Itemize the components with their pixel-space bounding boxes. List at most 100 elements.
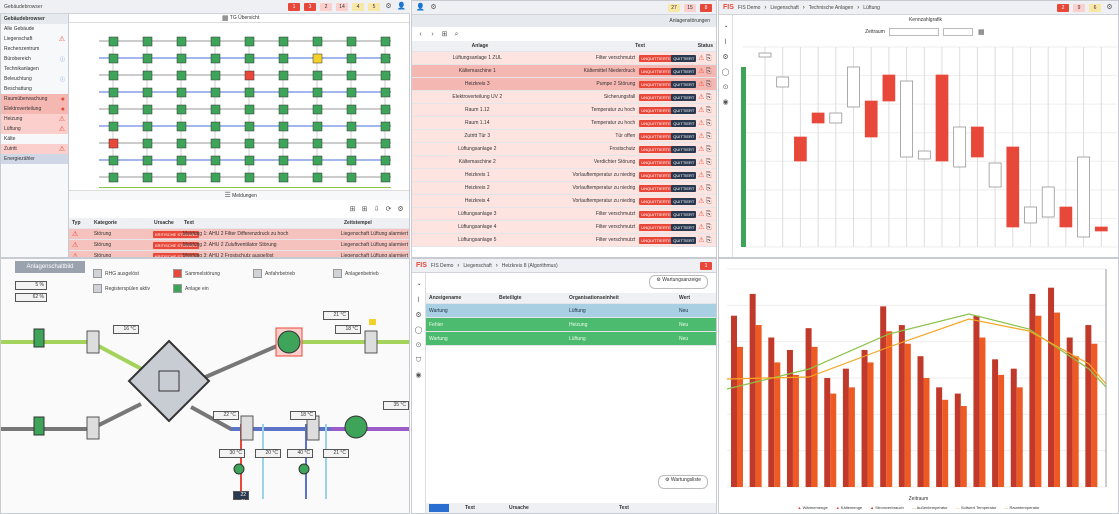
filter-icon[interactable] (240, 415, 254, 441)
sidebar-item[interactable]: Kälte (1, 134, 68, 144)
maint-row[interactable]: Wartung Lüftung Neu (426, 304, 716, 318)
attachment-icon[interactable]: ⎘ (704, 145, 713, 154)
maintenance-list-button[interactable]: ⚙ Wartungsliste (658, 475, 708, 489)
fault-row[interactable]: Raum 1.14 Temperatur zu hoch UNQUITTIERT… (412, 117, 716, 130)
chart-icon[interactable]: ⌇ (414, 296, 423, 305)
sidebar-item[interactable]: Raumüberwachung ● (1, 94, 68, 104)
maint-row[interactable]: Fehler Heizung Neu (426, 318, 716, 332)
alarm-badge[interactable]: 3 (304, 2, 316, 11)
filter-icon[interactable]: ⊞ (360, 205, 369, 214)
sidebar-item[interactable]: Beschattung (1, 84, 68, 94)
search-icon[interactable]: ⌕ (452, 30, 461, 39)
fault-row[interactable]: Lüftungsanlage 4 Filter verschmutzt UNQU… (412, 221, 716, 234)
filter-icon[interactable]: ⊞ (440, 30, 449, 39)
alarm-badge[interactable]: 9 (1073, 3, 1085, 12)
filter-icon[interactable] (364, 330, 378, 354)
fault-row[interactable]: Lüftungsanlage 1 ZUL Filter verschmutzt … (412, 52, 716, 65)
attachment-icon[interactable]: ⎘ (704, 132, 713, 141)
attachment-icon[interactable]: ⎘ (704, 197, 713, 206)
sidebar-item[interactable]: Elektroverteilung ● (1, 104, 68, 114)
value-field[interactable]: 35 °C (383, 401, 409, 410)
sidebar-item[interactable]: Bürobereich ⓘ (1, 54, 68, 64)
alarm-badge[interactable]: 4 (352, 2, 364, 11)
refresh-icon[interactable]: ⟳ (384, 205, 393, 214)
breadcrumb[interactable]: Technische Anlagen (809, 5, 853, 11)
location-icon[interactable]: ⊙ (414, 341, 423, 350)
gear-icon[interactable]: ⚙ (414, 311, 423, 320)
chart-icon[interactable]: ⌇ (721, 38, 730, 47)
alarm-badge[interactable]: 2 (320, 2, 332, 11)
alarm-badge[interactable]: 6 (1089, 3, 1101, 12)
shield-icon[interactable]: ⛉ (414, 356, 423, 365)
fault-row[interactable]: Raum 1.12 Temperatur zu hoch UNQUITTIERT… (412, 104, 716, 117)
forward-icon[interactable]: › (428, 30, 437, 39)
breadcrumb[interactable]: FIS Demo (738, 5, 761, 11)
sidebar-item[interactable]: Heizung ⚠ (1, 114, 68, 124)
user-icon[interactable]: ◉ (414, 371, 423, 380)
breadcrumb[interactable]: Liegenschaft (463, 263, 491, 269)
event-row[interactable]: ⚠ Störung KRITISCHE STÖRUNG Meldung 1: A… (69, 229, 409, 240)
value-field[interactable]: 16 °C (113, 325, 139, 334)
value-field[interactable]: 21 °C (323, 311, 349, 320)
alarm-badge[interactable]: 14 (336, 2, 348, 11)
fault-row[interactable]: Heizkreis 3 Pumpe 2 Störung UNQUITTIERTE… (412, 78, 716, 91)
attachment-icon[interactable]: ⎘ (704, 106, 713, 115)
damper-icon[interactable] (33, 416, 45, 436)
user-icon[interactable]: 👤 (416, 3, 425, 12)
value-field[interactable]: 22 °C (213, 411, 239, 420)
calendar-icon[interactable]: ▦ (977, 28, 986, 37)
fault-row[interactable]: Heizkreis 1 Vorlauftemperatur zu niedrig… (412, 169, 716, 182)
alarm-badge[interactable]: 27 (668, 3, 680, 12)
attachment-icon[interactable]: ⎘ (704, 184, 713, 193)
value-field[interactable]: 22 % (233, 491, 249, 505)
alarm-badge[interactable]: 2 (1057, 3, 1069, 12)
checkbox[interactable] (429, 504, 449, 512)
attachment-icon[interactable]: ⎘ (704, 80, 713, 89)
fault-row[interactable]: Lüftungsanlage 2 Frostschutz UNQUITTIERT… (412, 143, 716, 156)
overview-tab[interactable]: ▦ TG Übersicht (69, 14, 409, 23)
settings-icon[interactable]: ⚙ (396, 205, 405, 214)
value-field[interactable]: 18 °C (290, 411, 316, 420)
alarm-badge[interactable]: 8 (700, 3, 712, 12)
value-field[interactable]: 5 % (15, 281, 47, 290)
event-row[interactable]: ⚠ Störung KRITISCHE STÖRUNG Meldung 2: A… (69, 240, 409, 251)
fault-row[interactable]: Kältemaschine 1 Kältemittel Niederdruck … (412, 65, 716, 78)
export-icon[interactable]: ⇩ (372, 205, 381, 214)
supply-fan-icon[interactable] (277, 330, 301, 354)
attachment-icon[interactable]: ⎘ (704, 158, 713, 167)
pump-icon[interactable] (233, 463, 245, 475)
attachment-icon[interactable]: ⎘ (704, 67, 713, 76)
value-field[interactable]: 40 °C (287, 449, 313, 458)
user-icon[interactable]: ◉ (721, 98, 730, 107)
fault-row[interactable]: Heizkreis 4 Vorlauftemperatur zu niedrig… (412, 195, 716, 208)
gear-icon[interactable]: ⚙ (429, 3, 438, 12)
user-icon[interactable]: 👤 (397, 2, 406, 11)
sidebar-item[interactable]: Rechenzentrum (1, 44, 68, 54)
circle-icon[interactable]: ◯ (721, 68, 730, 77)
filter-icon[interactable] (86, 330, 100, 354)
attachment-icon[interactable]: ⎘ (704, 236, 713, 245)
fault-row[interactable]: Zutritt Tür 3 Tür offen UNQUITTIERTE STÖ… (412, 130, 716, 143)
sidebar-item[interactable]: Energiezähler (1, 154, 68, 164)
fault-row[interactable]: Lüftungsanlage 5 Filter verschmutzt UNQU… (412, 234, 716, 247)
interval-select[interactable] (942, 28, 973, 36)
sidebar-item[interactable]: Zutritt ⚠ (1, 144, 68, 154)
location-icon[interactable]: ⊙ (721, 83, 730, 92)
breadcrumb[interactable]: Heizkreis 8 (Algorithmus) (502, 263, 558, 269)
value-field[interactable]: 62 % (15, 293, 47, 302)
dashboard-icon[interactable]: ◔ (414, 281, 423, 290)
dashboard-icon[interactable]: ◔ (721, 23, 730, 32)
alarm-badge[interactable]: 1 (700, 261, 712, 270)
breadcrumb[interactable]: Liegenschaft (770, 5, 798, 11)
circle-icon[interactable]: ◯ (414, 326, 423, 335)
alarm-badge[interactable]: 1 (288, 2, 300, 11)
event-row[interactable]: ⚠ Störung KRITISCHE STÖRUNG Meldung 3: A… (69, 251, 409, 257)
back-icon[interactable]: ‹ (416, 30, 425, 39)
sidebar-item[interactable]: Alle Gebäude (1, 24, 68, 34)
filter-icon[interactable] (86, 416, 100, 440)
maint-row[interactable]: Wartung Lüftung Neu (426, 332, 716, 346)
date-range-input[interactable] (888, 28, 939, 36)
exhaust-fan-icon[interactable] (344, 415, 368, 439)
sidebar-item[interactable]: Technikanlagen (1, 64, 68, 74)
damper-icon[interactable] (33, 328, 45, 348)
